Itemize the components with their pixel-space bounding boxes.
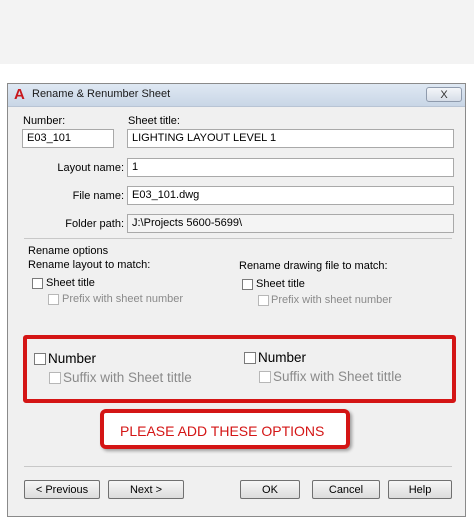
drawing-prefix-checkbox[interactable] [258, 295, 269, 306]
layout-number-label: Number [48, 351, 97, 366]
drawing-suffix-checkbox[interactable] [259, 371, 271, 383]
layout-suffix-checkbox[interactable] [49, 372, 61, 384]
number-label: Number: [23, 115, 66, 127]
folder-path-label: Folder path: [65, 218, 124, 230]
rename-renumber-dialog: A Rename & Renumber Sheet X Number: E03_… [7, 83, 466, 517]
sheet-title-field[interactable]: LIGHTING LAYOUT LEVEL 1 [127, 129, 454, 148]
dialog-title: Rename & Renumber Sheet [32, 88, 171, 100]
drawing-sheet-title-label: Sheet title [256, 278, 305, 290]
folder-path-field: J:\Projects 5600-5699\ [127, 214, 454, 233]
rename-drawing-heading: Rename drawing file to match: [239, 260, 388, 272]
page-header-band [0, 0, 474, 64]
previous-button[interactable]: < Previous [24, 480, 100, 499]
number-field[interactable]: E03_101 [22, 129, 114, 148]
layout-name-label: Layout name: [57, 162, 124, 174]
autocad-logo-icon: A [14, 86, 25, 103]
callout-text: PLEASE ADD THESE OPTIONS [120, 423, 325, 439]
close-button[interactable]: X [426, 87, 462, 102]
drawing-prefix-label: Prefix with sheet number [271, 294, 393, 306]
close-icon: X [440, 89, 448, 101]
drawing-number-checkbox[interactable] [244, 352, 256, 364]
dialog-titlebar[interactable]: A Rename & Renumber Sheet X [8, 84, 465, 107]
layout-name-field[interactable]: 1 [127, 158, 454, 177]
file-name-field[interactable]: E03_101.dwg [127, 186, 454, 205]
callout-box: PLEASE ADD THESE OPTIONS [100, 409, 350, 449]
rename-layout-heading: Rename layout to match: [28, 259, 151, 271]
layout-prefix-label: Prefix with sheet number [62, 293, 184, 305]
drawing-sheet-title-checkbox[interactable] [242, 279, 253, 290]
layout-suffix-label: Suffix with Sheet tittle [63, 370, 192, 385]
layout-prefix-checkbox[interactable] [48, 294, 59, 305]
ok-button[interactable]: OK [240, 480, 300, 499]
next-button[interactable]: Next > [108, 480, 184, 499]
drawing-suffix-label: Suffix with Sheet tittle [273, 369, 402, 384]
drawing-number-label: Number [258, 350, 307, 365]
cancel-button[interactable]: Cancel [312, 480, 380, 499]
layout-number-checkbox[interactable] [34, 353, 46, 365]
help-button[interactable]: Help [388, 480, 452, 499]
sheet-title-label: Sheet title: [128, 115, 180, 127]
file-name-label: File name: [72, 190, 124, 202]
layout-sheet-title-checkbox[interactable] [32, 278, 43, 289]
button-separator [24, 466, 452, 467]
rename-options-label: Rename options [28, 245, 109, 257]
layout-sheet-title-label: Sheet title [46, 277, 95, 289]
